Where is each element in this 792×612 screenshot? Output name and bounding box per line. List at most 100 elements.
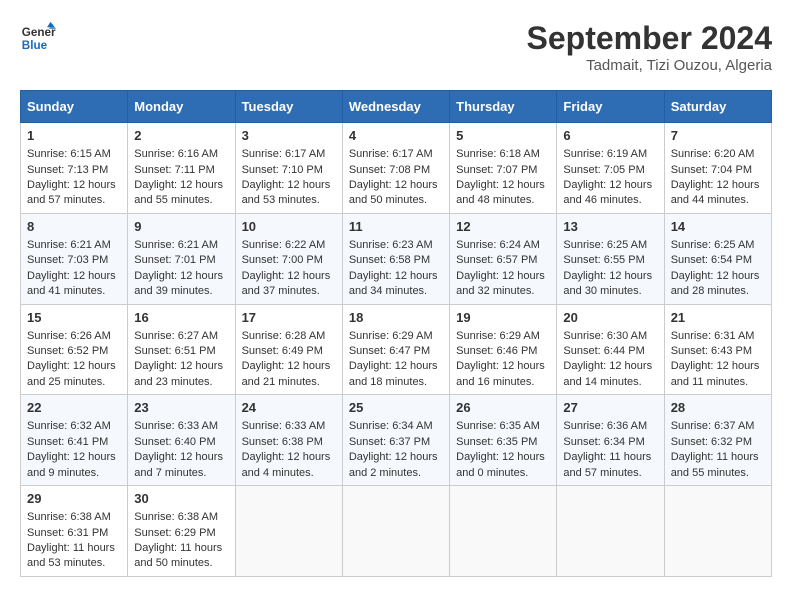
daylight-line1: Daylight: 12 hours (563, 360, 652, 372)
sunset-line: Sunset: 6:31 PM (27, 527, 108, 539)
sunrise-line: Sunrise: 6:36 AM (563, 420, 647, 432)
sunset-line: Sunset: 7:08 PM (349, 164, 430, 176)
calendar-cell: 4Sunrise: 6:17 AMSunset: 7:08 PMDaylight… (342, 123, 449, 214)
day-number: 15 (27, 309, 121, 327)
logo-icon: General Blue (20, 20, 56, 56)
day-number: 17 (242, 309, 336, 327)
sunset-line: Sunset: 6:58 PM (349, 254, 430, 266)
day-number: 13 (563, 218, 657, 236)
sunset-line: Sunset: 7:00 PM (242, 254, 323, 266)
calendar-week-row: 8Sunrise: 6:21 AMSunset: 7:03 PMDaylight… (21, 213, 772, 304)
sunset-line: Sunset: 6:34 PM (563, 436, 644, 448)
day-number: 6 (563, 127, 657, 145)
header-day: Monday (128, 91, 235, 123)
sunrise-line: Sunrise: 6:26 AM (27, 330, 111, 342)
sunrise-line: Sunrise: 6:37 AM (671, 420, 755, 432)
daylight-line2: and 46 minutes. (563, 194, 641, 206)
sunset-line: Sunset: 6:51 PM (134, 345, 215, 357)
calendar-cell: 29Sunrise: 6:38 AMSunset: 6:31 PMDayligh… (21, 486, 128, 577)
header-day: Wednesday (342, 91, 449, 123)
calendar-cell: 26Sunrise: 6:35 AMSunset: 6:35 PMDayligh… (450, 395, 557, 486)
header-day: Tuesday (235, 91, 342, 123)
calendar-cell: 27Sunrise: 6:36 AMSunset: 6:34 PMDayligh… (557, 395, 664, 486)
day-number: 28 (671, 399, 765, 417)
day-number: 3 (242, 127, 336, 145)
header-day: Saturday (664, 91, 771, 123)
calendar-header: SundayMondayTuesdayWednesdayThursdayFrid… (21, 91, 772, 123)
calendar-cell: 16Sunrise: 6:27 AMSunset: 6:51 PMDayligh… (128, 304, 235, 395)
daylight-line2: and 44 minutes. (671, 194, 749, 206)
day-number: 20 (563, 309, 657, 327)
sunrise-line: Sunrise: 6:34 AM (349, 420, 433, 432)
daylight-line1: Daylight: 11 hours (134, 542, 222, 554)
sunset-line: Sunset: 6:29 PM (134, 527, 215, 539)
calendar-cell (342, 486, 449, 577)
day-number: 26 (456, 399, 550, 417)
sunset-line: Sunset: 6:46 PM (456, 345, 537, 357)
day-number: 24 (242, 399, 336, 417)
daylight-line2: and 30 minutes. (563, 285, 641, 297)
day-number: 5 (456, 127, 550, 145)
month-title: September 2024 (527, 20, 772, 57)
daylight-line1: Daylight: 12 hours (456, 451, 545, 463)
sunrise-line: Sunrise: 6:24 AM (456, 239, 540, 251)
daylight-line1: Daylight: 12 hours (349, 451, 438, 463)
day-number: 25 (349, 399, 443, 417)
sunrise-line: Sunrise: 6:21 AM (27, 239, 111, 251)
daylight-line1: Daylight: 12 hours (134, 270, 223, 282)
svg-text:Blue: Blue (22, 39, 48, 52)
sunrise-line: Sunrise: 6:32 AM (27, 420, 111, 432)
daylight-line1: Daylight: 12 hours (242, 270, 331, 282)
calendar-cell: 30Sunrise: 6:38 AMSunset: 6:29 PMDayligh… (128, 486, 235, 577)
sunset-line: Sunset: 6:41 PM (27, 436, 108, 448)
calendar-cell: 15Sunrise: 6:26 AMSunset: 6:52 PMDayligh… (21, 304, 128, 395)
daylight-line1: Daylight: 12 hours (671, 179, 760, 191)
sunrise-line: Sunrise: 6:33 AM (134, 420, 218, 432)
daylight-line1: Daylight: 12 hours (563, 270, 652, 282)
calendar-cell: 3Sunrise: 6:17 AMSunset: 7:10 PMDaylight… (235, 123, 342, 214)
daylight-line2: and 53 minutes. (242, 194, 320, 206)
calendar-cell (664, 486, 771, 577)
day-number: 11 (349, 218, 443, 236)
daylight-line2: and 34 minutes. (349, 285, 427, 297)
daylight-line1: Daylight: 12 hours (134, 360, 223, 372)
day-number: 27 (563, 399, 657, 417)
daylight-line2: and 16 minutes. (456, 376, 534, 388)
sunrise-line: Sunrise: 6:31 AM (671, 330, 755, 342)
daylight-line1: Daylight: 12 hours (349, 179, 438, 191)
calendar-table: SundayMondayTuesdayWednesdayThursdayFrid… (20, 90, 772, 577)
calendar-cell: 12Sunrise: 6:24 AMSunset: 6:57 PMDayligh… (450, 213, 557, 304)
calendar-cell: 24Sunrise: 6:33 AMSunset: 6:38 PMDayligh… (235, 395, 342, 486)
daylight-line1: Daylight: 12 hours (27, 451, 116, 463)
sunset-line: Sunset: 6:43 PM (671, 345, 752, 357)
calendar-cell: 11Sunrise: 6:23 AMSunset: 6:58 PMDayligh… (342, 213, 449, 304)
sunrise-line: Sunrise: 6:35 AM (456, 420, 540, 432)
daylight-line1: Daylight: 12 hours (27, 179, 116, 191)
day-number: 21 (671, 309, 765, 327)
sunrise-line: Sunrise: 6:33 AM (242, 420, 326, 432)
calendar-cell (450, 486, 557, 577)
calendar-cell: 17Sunrise: 6:28 AMSunset: 6:49 PMDayligh… (235, 304, 342, 395)
daylight-line2: and 55 minutes. (671, 467, 749, 479)
calendar-cell: 1Sunrise: 6:15 AMSunset: 7:13 PMDaylight… (21, 123, 128, 214)
calendar-cell: 28Sunrise: 6:37 AMSunset: 6:32 PMDayligh… (664, 395, 771, 486)
daylight-line2: and 50 minutes. (134, 557, 212, 569)
sunrise-line: Sunrise: 6:25 AM (563, 239, 647, 251)
calendar-cell: 14Sunrise: 6:25 AMSunset: 6:54 PMDayligh… (664, 213, 771, 304)
header-day: Thursday (450, 91, 557, 123)
daylight-line2: and 23 minutes. (134, 376, 212, 388)
daylight-line1: Daylight: 12 hours (349, 270, 438, 282)
day-number: 10 (242, 218, 336, 236)
day-number: 19 (456, 309, 550, 327)
daylight-line2: and 18 minutes. (349, 376, 427, 388)
calendar-cell: 9Sunrise: 6:21 AMSunset: 7:01 PMDaylight… (128, 213, 235, 304)
daylight-line2: and 39 minutes. (134, 285, 212, 297)
sunset-line: Sunset: 7:13 PM (27, 164, 108, 176)
sunrise-line: Sunrise: 6:17 AM (349, 148, 433, 160)
sunset-line: Sunset: 6:49 PM (242, 345, 323, 357)
daylight-line2: and 14 minutes. (563, 376, 641, 388)
header-day: Friday (557, 91, 664, 123)
page-header: General Blue September 2024 Tadmait, Tiz… (20, 20, 772, 74)
calendar-cell: 10Sunrise: 6:22 AMSunset: 7:00 PMDayligh… (235, 213, 342, 304)
daylight-line1: Daylight: 12 hours (456, 270, 545, 282)
